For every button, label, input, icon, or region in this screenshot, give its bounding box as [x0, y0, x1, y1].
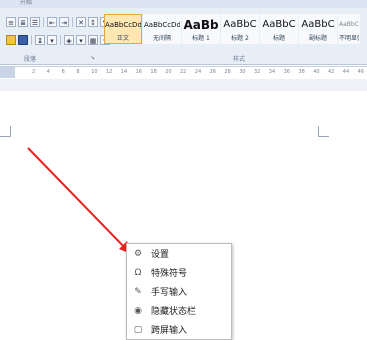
- gear-icon: ⚙: [133, 248, 143, 259]
- ruler-tick-label: 8: [76, 69, 80, 75]
- style-name: 正文: [116, 35, 129, 42]
- shading-dropdown-icon[interactable]: ▾: [76, 35, 86, 45]
- line-spacing-dropdown-icon[interactable]: ▾: [47, 35, 57, 45]
- ruler-tick-label: 12: [106, 69, 113, 75]
- ruler-tick-label: 2: [32, 69, 36, 75]
- style-preview: AaBbCcDd: [144, 21, 180, 29]
- menu-item-hide-status-bar[interactable]: ◉ 隐藏状态栏: [127, 301, 231, 320]
- paragraph-group: ≡ ≣ ☰ ⇤ ⇥ ✕ ↕ ¶ ↨ ▾ ◈ ▾ ▦ ▾: [2, 10, 110, 54]
- menu-item-cross-screen-input[interactable]: ▢ 跨屏输入: [127, 320, 231, 339]
- dialog-launcher-icon[interactable]: ↘: [90, 54, 95, 61]
- ruler-tick-label: 28: [224, 69, 231, 75]
- pen-icon: ✎: [134, 286, 142, 297]
- style-tile-normal[interactable]: AaBbCcDd 正文: [104, 14, 142, 44]
- ruler-tick-label: 42: [328, 69, 335, 75]
- style-tile-subtle-emphasis[interactable]: AaBbCcDd 不明显强调: [338, 14, 360, 44]
- style-preview: AaBbCcDd: [105, 21, 141, 29]
- menu-item-special-symbols[interactable]: Ω 特殊符号: [127, 263, 231, 282]
- page-corner-mark: [0, 126, 11, 137]
- screen-input-icon: ▢: [133, 324, 143, 335]
- style-name: 无间隔: [152, 35, 171, 42]
- ruler-tick-label: 22: [180, 69, 187, 75]
- chinese-layout-icon[interactable]: ✕: [76, 17, 86, 27]
- style-name: 标题 1: [192, 35, 210, 42]
- styles-group-label: 样式: [233, 56, 246, 63]
- multilevel-list-icon[interactable]: ☰: [30, 17, 40, 27]
- toolbar-divider: [43, 17, 44, 27]
- style-tile-no-spacing[interactable]: AaBbCcDd 无间隔: [143, 14, 181, 44]
- ruler-tick-label: 26: [209, 69, 216, 75]
- context-menu: ⚙ 设置 Ω 特殊符号 ✎ 手写输入 ◉ 隐藏状态栏 ▢ 跨屏输入: [126, 243, 232, 340]
- style-preview: AaBbCcDd: [339, 21, 359, 28]
- shading-icon[interactable]: ◈: [64, 35, 74, 45]
- page-corner-mark: [318, 126, 329, 137]
- style-tile-subtitle[interactable]: AaBbC 副标题: [299, 14, 337, 44]
- ribbon-tab-label[interactable]: 开始: [20, 0, 32, 6]
- ruler-tick-label: 34: [268, 69, 276, 75]
- ribbon-tab-strip: 开始: [0, 0, 367, 8]
- style-tile-title[interactable]: AaBbC 标题: [260, 14, 298, 44]
- menu-item-settings[interactable]: ⚙ 设置: [127, 244, 231, 263]
- horizontal-ruler[interactable]: 2 4 6 8 10 12 14 16 18 20 22 24 26 28 30 32 34 36 38 40 42 44…: [0, 66, 367, 80]
- toolbar-divider: [72, 17, 73, 27]
- ruler-tick-label: 44: [342, 69, 350, 75]
- decrease-indent-icon[interactable]: ⇤: [47, 17, 57, 27]
- ruler-shadow-band: [0, 79, 367, 91]
- align-left-icon[interactable]: [6, 35, 16, 45]
- ruler-tick-label: 36: [283, 69, 290, 75]
- style-name: 标题 2: [231, 35, 249, 42]
- sort-icon[interactable]: ↕: [88, 17, 98, 27]
- menu-item-label: 设置: [151, 250, 170, 260]
- eye-icon: ◉: [134, 305, 142, 316]
- ruler-tick-label: 30: [239, 69, 246, 75]
- ruler-margin: [0, 66, 15, 78]
- bullets-icon[interactable]: ≡: [6, 17, 16, 27]
- menu-item-label: 特殊符号: [151, 269, 188, 279]
- numbering-icon[interactable]: ≣: [18, 17, 28, 27]
- style-preview: AaBbC: [223, 19, 257, 30]
- ruler-tick-label: 14: [120, 69, 128, 75]
- toolbar-divider: [60, 35, 61, 45]
- ruler-tick-label: 32: [254, 69, 261, 75]
- style-tile-heading-1[interactable]: AaBb 标题 1: [182, 14, 220, 44]
- paragraph-toolbar-row-2: ↨ ▾ ◈ ▾ ▦ ▾: [6, 35, 110, 45]
- ruler-tick-label: 16: [135, 69, 142, 75]
- increase-indent-icon[interactable]: ⇥: [59, 17, 69, 27]
- menu-item-handwriting[interactable]: ✎ 手写输入: [127, 282, 231, 301]
- menu-item-label: 隐藏状态栏: [151, 307, 197, 317]
- justify-icon[interactable]: [18, 35, 28, 45]
- ruler-tick-label: 38: [298, 69, 305, 75]
- style-preview: AaBb: [183, 18, 219, 32]
- menu-item-label: 跨屏输入: [151, 326, 188, 336]
- style-name: 不明显强调: [339, 35, 359, 42]
- ruler-tick-label: 6: [61, 69, 65, 75]
- borders-icon[interactable]: ▦: [88, 35, 98, 45]
- toolbar-divider: [31, 35, 32, 45]
- ruler-tick-label: 24: [194, 69, 202, 75]
- menu-item-label: 手写输入: [151, 288, 188, 298]
- ruler-tick-label: 10: [91, 69, 98, 75]
- style-name: 标题: [272, 35, 285, 42]
- style-preview: AaBbC: [262, 19, 296, 30]
- ruler-tick-label: 4: [46, 69, 50, 75]
- style-tile-heading-2[interactable]: AaBbC 标题 2: [221, 14, 259, 44]
- ruler-tick-label: 46: [357, 69, 364, 75]
- ruler-tick-label: 18: [150, 69, 157, 75]
- styles-gallery: AaBbCcDd 正文 AaBbCcDd 无间隔 AaBb 标题 1 AaBbC…: [104, 14, 361, 44]
- line-spacing-icon[interactable]: ↨: [35, 35, 45, 45]
- paragraph-toolbar-row-1: ≡ ≣ ☰ ⇤ ⇥ ✕ ↕ ¶: [6, 17, 110, 27]
- paragraph-group-label: 段落: [24, 56, 37, 63]
- style-name: 副标题: [308, 35, 327, 42]
- style-preview: AaBbC: [301, 19, 335, 30]
- ruler-tick-label: 20: [165, 69, 172, 75]
- ribbon: 开始 ≡ ≣ ☰ ⇤ ⇥ ✕ ↕ ¶ ↨ ▾ ◈ ▾ ▦ ▾ 段落 ↘: [0, 0, 367, 65]
- ruler-tick-label: 40: [313, 69, 320, 75]
- omega-icon: Ω: [134, 267, 142, 278]
